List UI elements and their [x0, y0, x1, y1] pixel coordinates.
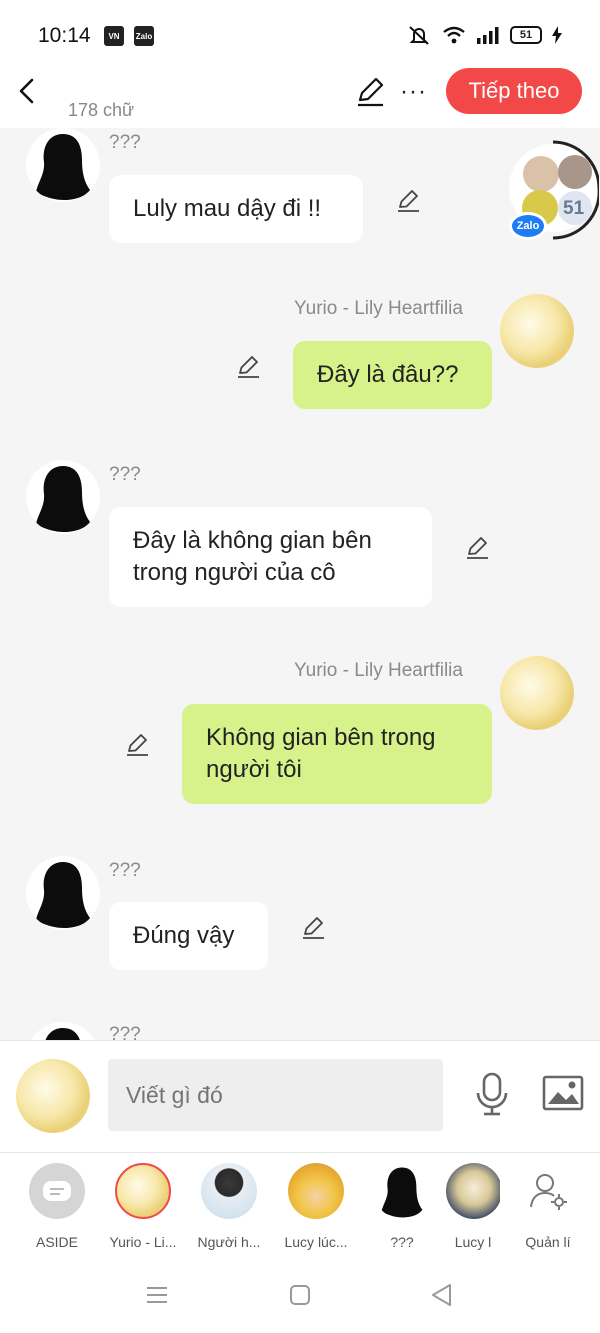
mystery-character-avatar[interactable] [26, 1022, 100, 1040]
character-lucy[interactable]: Lucy l [446, 1163, 500, 1250]
zalo-logo-icon: Zalo [509, 212, 547, 240]
composer [0, 1040, 600, 1152]
sender-name: ??? [109, 1024, 141, 1040]
system-navigation-bar [0, 1262, 600, 1333]
edit-message-icon[interactable] [395, 188, 421, 214]
character-unknown[interactable]: ??? [362, 1163, 442, 1250]
clock: 10:14 [38, 24, 91, 47]
manage-characters-button[interactable]: Quản lí [508, 1163, 588, 1250]
image-icon[interactable] [542, 1075, 584, 1111]
mystery-character-avatar[interactable] [26, 856, 100, 930]
floating-chat-head[interactable]: 51 Zalo [507, 140, 600, 240]
wifi-icon [443, 26, 465, 44]
user-settings-icon [530, 1174, 567, 1210]
home-nav-icon[interactable] [289, 1284, 311, 1306]
character-lucy-luc[interactable]: Lucy lúc... [276, 1163, 356, 1250]
signal-icon [477, 27, 499, 44]
sender-name: Yurio - Lily Heartfilia [294, 298, 463, 319]
sender-name: ??? [109, 464, 141, 485]
character-aside[interactable]: ASIDE [17, 1163, 97, 1250]
edit-pen-icon[interactable] [354, 76, 386, 108]
character-yurio[interactable]: Yurio - Li... [103, 1163, 183, 1250]
mystery-character-avatar[interactable] [26, 460, 100, 534]
back-nav-icon[interactable] [430, 1283, 454, 1307]
sender-name: Yurio - Lily Heartfilia [294, 660, 463, 681]
vn-app-icon: VN [104, 26, 124, 46]
silhouette-icon [36, 134, 90, 200]
back-arrow-icon[interactable] [16, 76, 38, 106]
message-bubble[interactable]: Đây là đâu?? [293, 341, 492, 409]
silhouette-icon [45, 1028, 80, 1040]
silhouette-icon [381, 1167, 423, 1218]
chat-area[interactable]: ??? Luly mau dậy đi !! Yurio - Lily Hear… [0, 128, 600, 1040]
menu-nav-icon[interactable] [146, 1284, 168, 1306]
current-speaker-avatar[interactable] [16, 1059, 90, 1133]
edit-message-icon[interactable] [124, 732, 150, 758]
battery-indicator: 51 [510, 26, 542, 44]
mute-bell-icon [409, 26, 429, 45]
microphone-icon[interactable] [474, 1071, 510, 1117]
more-options-icon[interactable]: ··· [400, 78, 427, 106]
character-nguoi-h[interactable]: Người h... [189, 1163, 269, 1250]
character-count: 178 chữ [68, 100, 135, 120]
edit-message-icon[interactable] [300, 915, 326, 941]
charging-icon [552, 26, 562, 44]
message-bubble[interactable]: Không gian bên trong người tôi [182, 704, 492, 804]
silhouette-icon [36, 466, 90, 532]
next-button[interactable]: Tiếp theo [446, 68, 582, 114]
message-input[interactable] [108, 1059, 443, 1131]
mystery-character-avatar[interactable] [26, 128, 100, 202]
editor-header: 178 chữ ··· Tiếp theo [0, 60, 600, 128]
sender-name: ??? [109, 132, 141, 153]
message-bubble[interactable]: Đúng vậy [109, 902, 268, 970]
yurio-avatar[interactable] [500, 294, 574, 368]
edit-message-icon[interactable] [235, 354, 261, 380]
character-selector: ASIDE Yurio - Li... Người h... Lucy lúc.… [0, 1152, 600, 1262]
sender-name: ??? [109, 860, 141, 881]
message-bubble[interactable]: Luly mau dậy đi !! [109, 175, 363, 243]
zalo-app-icon: Zalo [134, 26, 154, 46]
yurio-avatar[interactable] [500, 656, 574, 730]
message-bubble[interactable]: Đây là không gian bên trong người của cô [109, 507, 432, 607]
aside-icon [43, 1181, 71, 1201]
silhouette-icon [36, 862, 90, 928]
unread-count: 51 [563, 198, 585, 219]
edit-message-icon[interactable] [464, 535, 490, 561]
